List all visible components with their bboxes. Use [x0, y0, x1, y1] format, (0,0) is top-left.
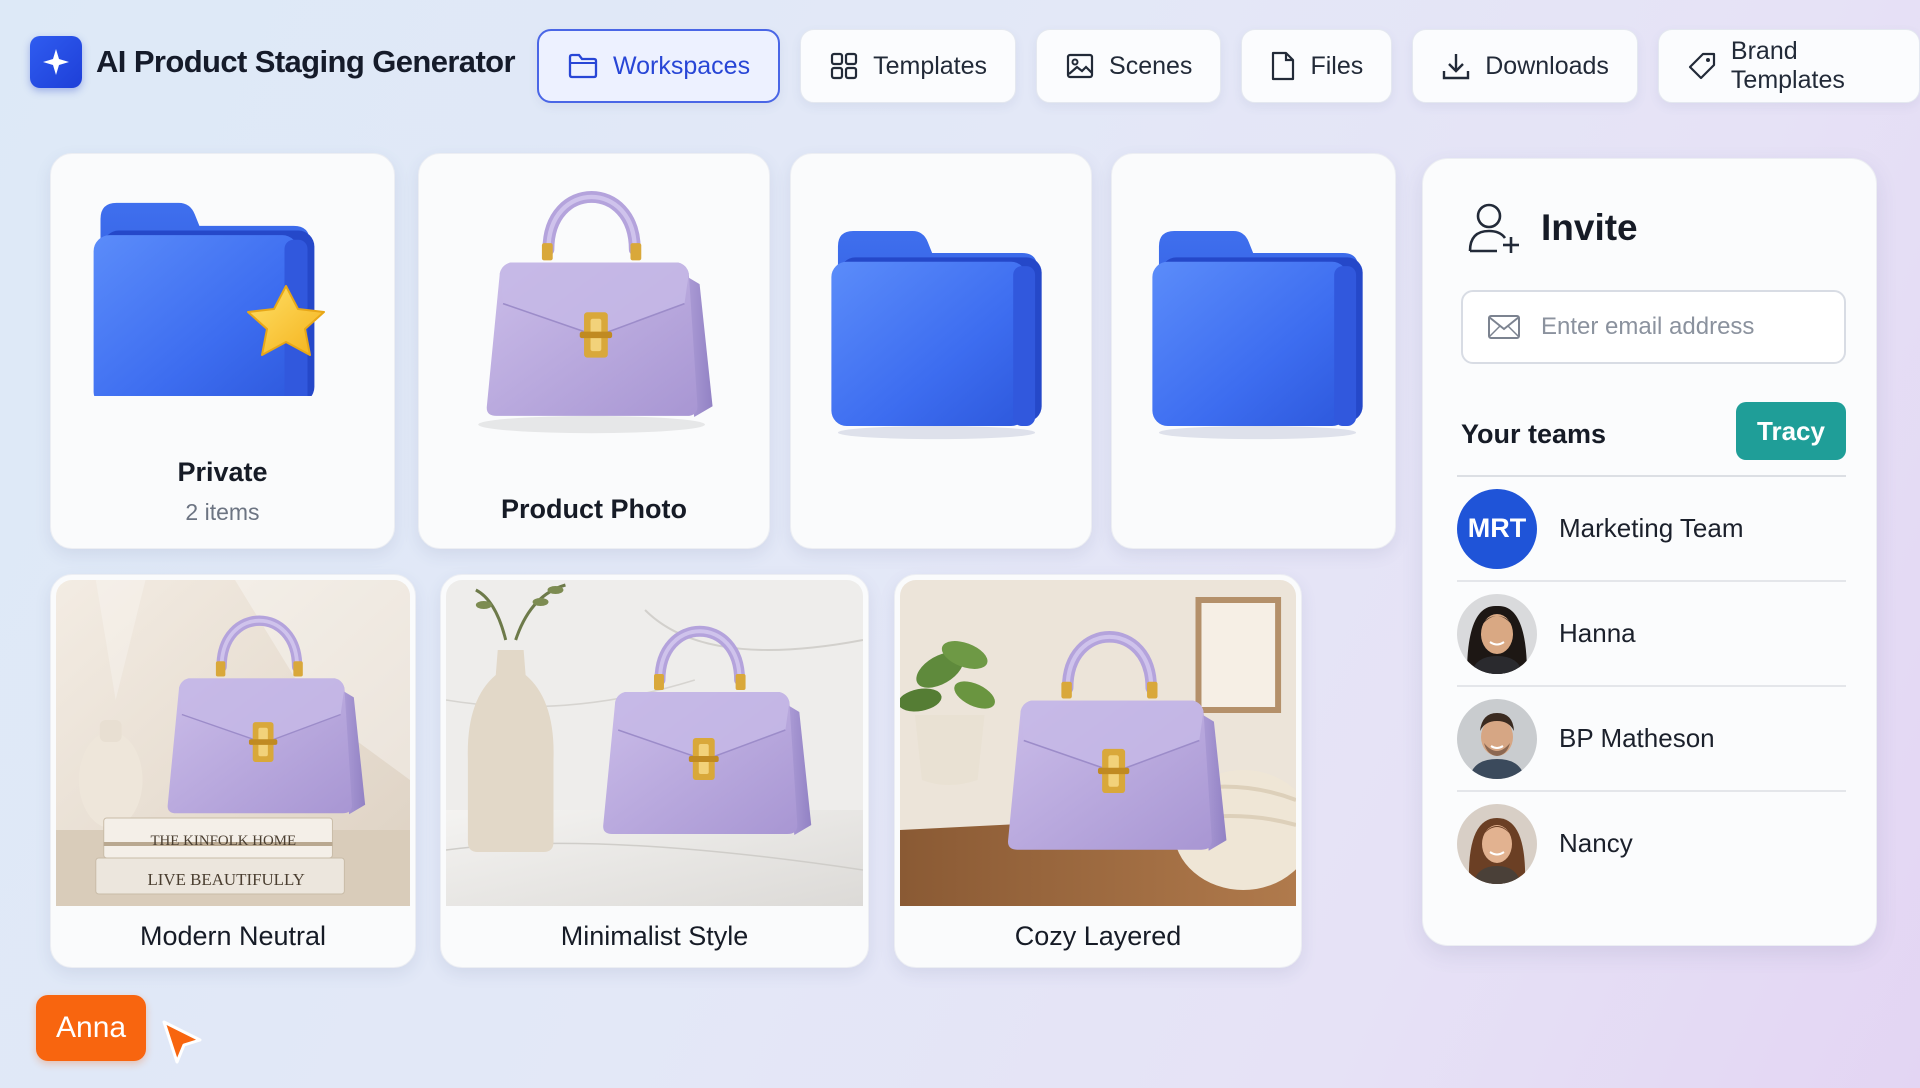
- book-bottom-text: LIVE BEAUTIFULLY: [147, 870, 304, 889]
- email-field[interactable]: [1461, 290, 1846, 364]
- collaborator-cursor-label: Anna: [36, 995, 147, 1061]
- grid-icon: [830, 52, 858, 80]
- nav-scenes[interactable]: Scenes: [1036, 29, 1222, 103]
- scene-image: THE KINFOLK HOME LIVE BEAUTIFULLY: [56, 580, 410, 906]
- scene-card-cozy-layered[interactable]: Cozy Layered: [894, 574, 1302, 968]
- nav-scenes-label: Scenes: [1109, 51, 1193, 80]
- image-icon: [1066, 53, 1094, 79]
- scene-card-minimalist-style[interactable]: Minimalist Style: [440, 574, 869, 968]
- avatar: [1457, 593, 1537, 674]
- nav-workspaces-label: Workspaces: [613, 51, 751, 80]
- nav-downloads[interactable]: Downloads: [1412, 29, 1638, 103]
- avatar: MRT: [1457, 488, 1537, 569]
- handbag-icon: [478, 174, 727, 434]
- invite-panel: Invite Your teams Tracy MRT Marketing Te…: [1422, 158, 1877, 946]
- nav-files[interactable]: Files: [1241, 29, 1393, 103]
- team-item-bp-matheson[interactable]: BP Matheson: [1457, 685, 1846, 790]
- file-icon: [1272, 51, 1295, 81]
- nav-templates-label: Templates: [873, 51, 988, 80]
- scene-title: Cozy Layered: [1014, 921, 1182, 951]
- team-item-marketing[interactable]: MRT Marketing Team: [1457, 475, 1846, 580]
- folder-card-4[interactable]: [1111, 153, 1396, 549]
- scene-card-modern-neutral[interactable]: THE KINFOLK HOME LIVE BEAUTIFULLY Modern…: [50, 574, 416, 968]
- team-name: Nancy: [1559, 828, 1633, 858]
- folder-item-count: 2 items: [185, 499, 260, 525]
- app-brand: AI Product Staging Generator: [30, 36, 516, 88]
- nav-templates[interactable]: Templates: [800, 29, 1017, 103]
- app-title: AI Product Staging Generator: [96, 44, 516, 79]
- team-item-nancy[interactable]: Nancy: [1457, 790, 1846, 895]
- scene-title: Minimalist Style: [560, 921, 749, 951]
- scene-image: [446, 580, 863, 906]
- team-name: BP Matheson: [1559, 723, 1715, 753]
- invite-header: Invite: [1467, 201, 1638, 255]
- book-top-text: THE KINFOLK HOME: [150, 833, 296, 849]
- top-nav: Workspaces Templates Scenes Files Downlo…: [537, 29, 1920, 103]
- team-item-hanna[interactable]: Hanna: [1457, 580, 1846, 685]
- starred-folder-icon: [93, 202, 325, 396]
- folder-icon: [831, 231, 1042, 440]
- nav-brand-templates-label: Brand Templates: [1730, 37, 1845, 94]
- pointer-cursor-icon: [162, 1020, 202, 1064]
- nav-brand-templates[interactable]: Brand Templates: [1657, 29, 1920, 103]
- team-name: Hanna: [1559, 618, 1636, 648]
- teams-heading: Your teams: [1461, 419, 1607, 449]
- avatar: [1457, 698, 1537, 779]
- tag-icon: [1688, 52, 1716, 80]
- folder-card-3[interactable]: [790, 153, 1092, 549]
- scene-image: [900, 580, 1296, 906]
- mail-icon: [1488, 315, 1520, 339]
- folder-title: Product Photo: [501, 494, 687, 524]
- team-list: MRT Marketing Team Hanna BP Matheson Nan…: [1457, 475, 1846, 895]
- folder-icon: [568, 53, 598, 79]
- download-icon: [1443, 54, 1470, 80]
- folder-icon: [1152, 231, 1363, 440]
- nav-workspaces[interactable]: Workspaces: [537, 29, 781, 103]
- add-user-icon: [1468, 203, 1519, 253]
- email-input[interactable]: [1541, 313, 1831, 341]
- folder-card-private[interactable]: Private 2 items: [50, 153, 395, 549]
- sparkle-logo-icon: [30, 36, 82, 88]
- team-name: Marketing Team: [1559, 513, 1744, 543]
- folder-title: Private: [177, 457, 268, 487]
- folder-card-product-photo[interactable]: Product Photo: [418, 153, 770, 549]
- scene-title: Modern Neutral: [139, 921, 327, 951]
- avatar: [1457, 803, 1537, 884]
- invite-title: Invite: [1541, 207, 1638, 248]
- nav-downloads-label: Downloads: [1485, 51, 1609, 80]
- nav-files-label: Files: [1310, 51, 1364, 80]
- current-user-button[interactable]: Tracy: [1736, 402, 1846, 460]
